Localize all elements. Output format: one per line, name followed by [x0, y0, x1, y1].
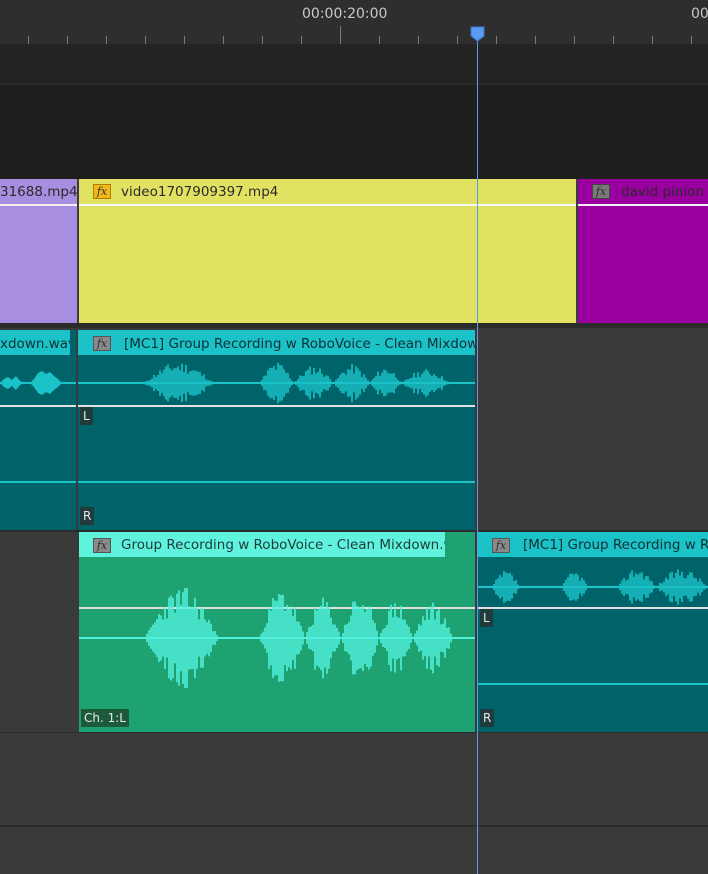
ruler-tick: [379, 36, 380, 44]
ruler-tick: [106, 36, 107, 44]
clip-header: fx video1707909397.mp4: [79, 179, 576, 204]
empty-video-track-3[interactable]: [0, 46, 708, 84]
ruler-timecode: 00:00:20:00: [302, 6, 388, 22]
ruler-tick: [340, 26, 341, 44]
clip-title: video1707909397.mp4: [121, 184, 279, 200]
fx-icon[interactable]: fx: [592, 184, 610, 199]
clip-header: fx [MC1] Group Recording w RoboVoice - C…: [78, 330, 475, 355]
audio-track-3[interactable]: [0, 733, 708, 825]
fx-icon[interactable]: fx: [93, 184, 111, 199]
audio-clip[interactable]: xdown.wav: [0, 330, 76, 530]
waveform: [0, 371, 76, 395]
ruler-tick: [28, 36, 29, 44]
fx-icon[interactable]: fx: [492, 538, 510, 553]
ruler-tick: [67, 36, 68, 44]
empty-video-track-2[interactable]: [0, 85, 708, 179]
fx-icon[interactable]: fx: [93, 538, 111, 553]
clip-title: [MC1] Group Recording w Rob: [523, 537, 708, 553]
clip-divider: [0, 204, 77, 206]
waveform-baseline: [0, 481, 76, 483]
ruler-tick: [613, 36, 614, 44]
waveform: [79, 587, 475, 689]
clip-title: Group Recording w RoboVoice - Clean Mixd…: [121, 537, 445, 553]
ruler-tick: [262, 36, 263, 44]
clip-title: 31688.mp4: [0, 184, 77, 200]
channel-divider: [0, 405, 76, 407]
channel-label-left: L: [80, 407, 93, 425]
clip-title: xdown.wav: [0, 336, 70, 352]
channel-divider: [478, 607, 708, 609]
time-ruler[interactable]: 00:00:20:00 00: [0, 0, 708, 44]
ruler-tick: [652, 36, 653, 44]
channel-label-right: R: [480, 709, 495, 727]
channel-label: Ch. 1:L: [81, 709, 129, 727]
ruler-tick: [301, 36, 302, 44]
waveform-baseline: [478, 683, 708, 685]
clip-header: xdown.wav: [0, 330, 70, 355]
clip-header: fx [MC1] Group Recording w Rob: [478, 532, 708, 557]
channel-label-left: L: [480, 609, 493, 627]
ruler-tick: [223, 36, 224, 44]
audio-clip[interactable]: fx [MC1] Group Recording w RoboVoice - C…: [78, 330, 475, 530]
ruler-timecode: 00: [691, 6, 708, 22]
clip-header: fx Group Recording w RoboVoice - Clean M…: [79, 532, 445, 557]
clip-title: david pinion s: [621, 184, 708, 200]
channel-divider: [78, 405, 475, 407]
video-clip[interactable]: fx david pinion s: [578, 179, 708, 323]
ruler-tick: [457, 36, 458, 44]
audio-clip[interactable]: fx Group Recording w RoboVoice - Clean M…: [79, 532, 475, 732]
waveform-baseline: [78, 481, 475, 483]
clip-divider: [578, 204, 708, 206]
ruler-tick: [145, 36, 146, 44]
video-clip[interactable]: fx video1707909397.mp4: [79, 179, 576, 323]
playhead-marker-icon[interactable]: [470, 26, 485, 42]
waveform: [78, 362, 475, 404]
ruler-tick: [535, 36, 536, 44]
audio-clip[interactable]: fx [MC1] Group Recording w Rob L R: [478, 532, 708, 732]
audio-track-4[interactable]: [0, 827, 708, 874]
channel-label-right: R: [80, 507, 95, 525]
ruler-tick: [418, 36, 419, 44]
ruler-tick: [496, 36, 497, 44]
ruler-tick: [691, 36, 692, 44]
clip-divider: [79, 204, 576, 206]
playhead-line[interactable]: [477, 28, 478, 874]
clip-header: fx david pinion s: [578, 179, 708, 204]
ruler-tick: [184, 36, 185, 44]
ruler-tick: [574, 36, 575, 44]
waveform: [478, 569, 708, 605]
clip-header: 31688.mp4: [0, 179, 77, 204]
fx-icon[interactable]: fx: [93, 336, 111, 351]
video-clip[interactable]: 31688.mp4: [0, 179, 77, 323]
clip-title: [MC1] Group Recording w RoboVoice - Clea…: [124, 336, 475, 352]
